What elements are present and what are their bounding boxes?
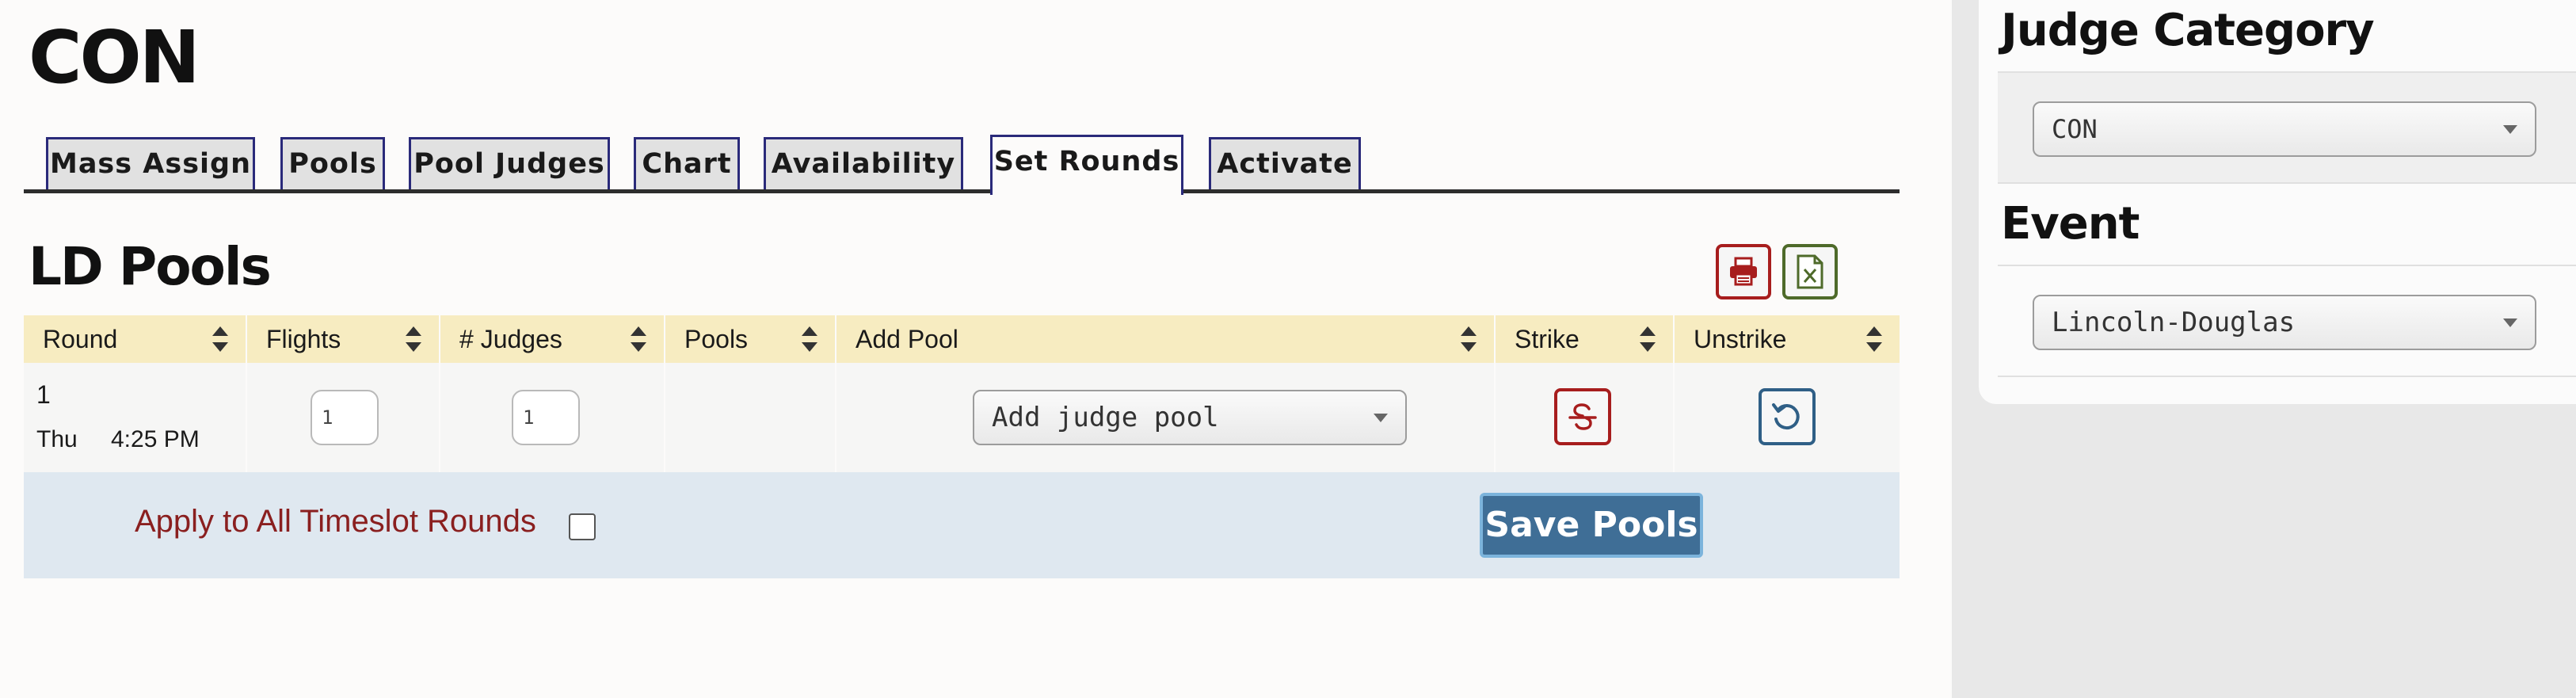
table-footer: Apply to All Timeslot Rounds Save Pools xyxy=(24,472,1900,578)
unstrike-cell xyxy=(1675,363,1900,472)
unstrike-button[interactable] xyxy=(1759,388,1816,445)
column-header-round[interactable]: Round xyxy=(24,315,247,363)
sidebar: Judge Category CON Event Lincoln-Douglas xyxy=(1952,0,2576,698)
strike-button[interactable] xyxy=(1554,388,1611,445)
judge-category-select[interactable]: CON xyxy=(2033,101,2536,157)
judge-category-heading: Judge Category xyxy=(2001,5,2375,56)
chevron-down-icon xyxy=(2503,125,2517,134)
column-header-strike[interactable]: Strike xyxy=(1496,315,1675,363)
tab-pools[interactable]: Pools xyxy=(280,137,385,189)
apply-all-checkbox[interactable] xyxy=(569,513,596,540)
sort-icon xyxy=(1461,326,1477,352)
sort-icon xyxy=(212,326,228,352)
column-header-pools[interactable]: Pools xyxy=(665,315,836,363)
save-pools-button[interactable]: Save Pools xyxy=(1480,493,1703,558)
page-title: CON xyxy=(29,15,200,100)
flights-input[interactable] xyxy=(311,390,379,445)
sort-icon xyxy=(406,326,421,352)
event-heading: Event xyxy=(2001,198,2140,250)
add-pool-cell: Add judge pool xyxy=(836,363,1496,472)
undo-icon xyxy=(1772,403,1800,430)
judges-input[interactable] xyxy=(512,390,580,445)
column-header-unstrike[interactable]: Unstrike xyxy=(1675,315,1900,363)
chevron-down-icon xyxy=(1374,414,1388,422)
section-title: LD Pools xyxy=(29,236,272,297)
tab-activate[interactable]: Activate xyxy=(1209,137,1361,189)
table-row: 1 Thu 4:25 PM Add judge pool xyxy=(24,363,1900,472)
tab-pool-judges[interactable]: Pool Judges xyxy=(409,137,610,189)
tab-availability[interactable]: Availability xyxy=(764,137,963,189)
sort-icon xyxy=(1640,326,1656,352)
sort-icon xyxy=(631,326,646,352)
judges-cell xyxy=(440,363,665,472)
judge-category-box: CON xyxy=(1998,71,2576,184)
printer-icon xyxy=(1730,257,1757,286)
excel-file-icon xyxy=(1797,254,1823,289)
event-box: Lincoln-Douglas xyxy=(1998,265,2576,377)
column-header-add-pool[interactable]: Add Pool xyxy=(836,315,1496,363)
tab-set-rounds[interactable]: Set Rounds xyxy=(990,135,1183,195)
tab-mass-assign[interactable]: Mass Assign xyxy=(46,137,255,189)
table-header: Round Flights # Judges Pools Add Pool St… xyxy=(24,315,1900,363)
strikethrough-icon xyxy=(1568,403,1597,430)
round-number: 1 xyxy=(36,380,51,409)
column-header-flights[interactable]: Flights xyxy=(247,315,440,363)
round-cell: 1 Thu 4:25 PM xyxy=(24,363,247,472)
add-pool-select[interactable]: Add judge pool xyxy=(973,390,1407,445)
flights-cell xyxy=(247,363,440,472)
sort-icon xyxy=(802,326,817,352)
pools-cell xyxy=(665,363,836,472)
main-content: CON Mass Assign Pools Pool Judges Chart … xyxy=(0,0,1952,698)
apply-all-label: Apply to All Timeslot Rounds xyxy=(135,504,536,539)
event-select[interactable]: Lincoln-Douglas xyxy=(2033,295,2536,350)
strike-cell xyxy=(1496,363,1675,472)
print-button[interactable] xyxy=(1716,244,1771,299)
pools-table: Round Flights # Judges Pools Add Pool St… xyxy=(24,315,1900,578)
column-header-judges[interactable]: # Judges xyxy=(440,315,665,363)
round-day: Thu xyxy=(36,426,78,452)
round-time: 4:25 PM xyxy=(111,426,200,452)
chevron-down-icon xyxy=(2503,318,2517,327)
sort-icon xyxy=(1866,326,1882,352)
excel-export-button[interactable] xyxy=(1782,244,1838,299)
tab-chart[interactable]: Chart xyxy=(634,137,740,189)
